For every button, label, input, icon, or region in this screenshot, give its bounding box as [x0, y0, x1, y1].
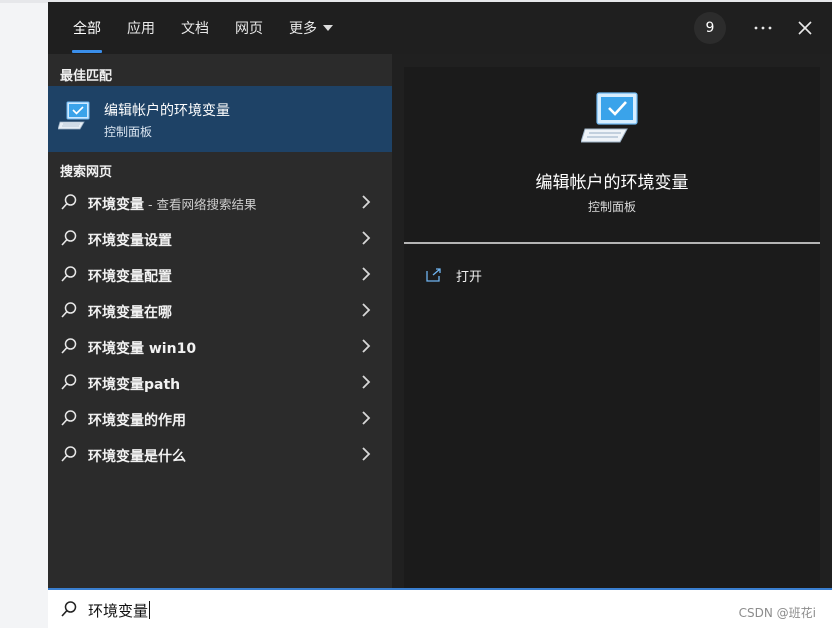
- result-label: 环境变量 win10: [88, 341, 197, 357]
- best-match-item[interactable]: 编辑帐户的环境变量 控制面板: [48, 86, 392, 152]
- search-icon: [61, 601, 77, 617]
- list-item[interactable]: 环境变量配置: [48, 256, 392, 292]
- list-item[interactable]: 环境变量 win10: [48, 328, 392, 364]
- detail-pane: 编辑帐户的环境变量 控制面板 打开: [404, 67, 820, 590]
- chevron-right-icon: [362, 375, 371, 389]
- web-results: 环境变量 - 查看网络搜索结果 环境变量设置 环境变量配置 环境变量在哪 环境变: [48, 184, 392, 472]
- result-label: 环境变量在哪: [88, 305, 172, 321]
- search-icon: [61, 194, 77, 210]
- tab-label: 全部: [73, 21, 101, 37]
- result-label: 环境变量设置: [88, 233, 172, 249]
- result-label: 环境变量是什么: [88, 449, 186, 465]
- list-item[interactable]: 环境变量的作用: [48, 400, 392, 436]
- badge-count: 9: [705, 20, 715, 36]
- search-value: 环境变量: [88, 602, 149, 620]
- search-box[interactable]: 环境变量 CSDN @班花i: [48, 588, 832, 628]
- rewards-badge[interactable]: 9: [694, 12, 726, 44]
- tab-more[interactable]: 更多: [276, 2, 346, 54]
- best-match-title: 编辑帐户的环境变量: [104, 103, 230, 119]
- open-action[interactable]: 打开: [426, 264, 482, 286]
- open-icon: [426, 268, 441, 282]
- web-search-heading: 搜索网页: [60, 165, 113, 180]
- window-controls: 9: [694, 2, 832, 54]
- search-icon: [61, 374, 77, 390]
- close-button[interactable]: [790, 13, 820, 43]
- control-panel-monitor-icon: [57, 98, 94, 134]
- close-icon: [798, 21, 812, 35]
- search-panel: 全部 应用 文档 网页 更多 9 最佳匹配 编辑帐户的环境变量 控制面板 搜索网…: [48, 2, 832, 590]
- tab-label: 网页: [235, 21, 263, 37]
- more-options-button[interactable]: [748, 13, 778, 43]
- detail-divider: [404, 242, 820, 244]
- chevron-right-icon: [362, 339, 371, 353]
- chevron-right-icon: [362, 267, 371, 281]
- list-item[interactable]: 环境变量是什么: [48, 436, 392, 472]
- best-match-heading: 最佳匹配: [60, 69, 113, 84]
- filter-tabs: 全部 应用 文档 网页 更多: [60, 2, 346, 54]
- detail-title: 编辑帐户的环境变量: [535, 173, 689, 193]
- tab-documents[interactable]: 文档: [168, 2, 222, 54]
- search-icon: [61, 302, 77, 318]
- chevron-right-icon: [362, 303, 371, 317]
- tab-web[interactable]: 网页: [222, 2, 276, 54]
- control-panel-monitor-icon: [580, 89, 645, 149]
- search-icon: [61, 230, 77, 246]
- search-icon: [61, 338, 77, 354]
- more-icon: [754, 26, 772, 30]
- chevron-right-icon: [362, 195, 371, 209]
- tab-label: 应用: [127, 21, 155, 37]
- list-item[interactable]: 环境变量设置: [48, 220, 392, 256]
- detail-subtitle: 控制面板: [587, 200, 636, 214]
- chevron-right-icon: [362, 447, 371, 461]
- result-label: 环境变量配置: [88, 269, 172, 285]
- result-label: 环境变量 - 查看网络搜索结果: [88, 194, 256, 214]
- search-icon: [61, 446, 77, 462]
- search-input[interactable]: 环境变量: [88, 600, 151, 621]
- chevron-down-icon: [323, 25, 333, 31]
- list-item[interactable]: 环境变量在哪: [48, 292, 392, 328]
- tab-all[interactable]: 全部: [60, 2, 114, 54]
- results-list: 最佳匹配 编辑帐户的环境变量 控制面板 搜索网页 环境变量 - 查看网络搜索结果: [48, 54, 392, 590]
- top-bar: 全部 应用 文档 网页 更多 9: [48, 2, 832, 54]
- result-suffix: - 查看网络搜索结果: [144, 197, 257, 212]
- tab-label: 文档: [181, 21, 209, 37]
- list-item[interactable]: 环境变量path: [48, 364, 392, 400]
- chevron-right-icon: [362, 231, 371, 245]
- search-icon: [61, 410, 77, 426]
- open-action-label: 打开: [456, 269, 483, 285]
- watermark: CSDN @班花i: [738, 606, 816, 620]
- text-cursor: [149, 601, 151, 619]
- best-match-subtitle: 控制面板: [104, 125, 153, 139]
- tab-label: 更多: [289, 21, 317, 37]
- list-item[interactable]: 环境变量 - 查看网络搜索结果: [48, 184, 392, 220]
- chevron-right-icon: [362, 411, 371, 425]
- result-query: 环境变量: [88, 197, 144, 213]
- search-icon: [61, 266, 77, 282]
- result-label: 环境变量的作用: [88, 413, 186, 429]
- result-label: 环境变量path: [88, 377, 181, 393]
- tab-apps[interactable]: 应用: [114, 2, 168, 54]
